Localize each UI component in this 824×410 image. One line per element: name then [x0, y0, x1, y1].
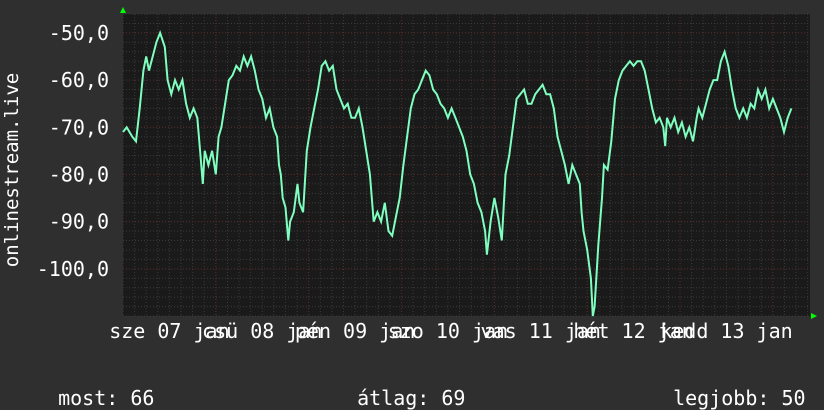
current-label: most:	[58, 386, 119, 410]
y-axis: -100,0 -90,0 -80,0 -70,0 -60,0 -50,0	[37, 21, 109, 281]
y-tick-label: -80,0	[49, 162, 109, 186]
best-label: legjobb:	[673, 386, 770, 410]
y-tick-label: -100,0	[37, 257, 109, 281]
average-label: átlag:	[357, 386, 430, 410]
current-value: 66	[130, 386, 155, 410]
x-axis-arrow	[811, 313, 817, 319]
y-tick-label: -50,0	[49, 21, 109, 45]
y-tick-label: -90,0	[49, 210, 109, 234]
average-value: 69	[441, 386, 466, 410]
line-chart: -100,0 -90,0 -80,0 -70,0 -60,0 -50,0 sze 07 j…	[1, 7, 817, 343]
y-tick-label: -60,0	[49, 68, 109, 92]
best-stat: legjobb: 50	[649, 362, 806, 410]
average-stat: átlag: 69	[333, 362, 465, 410]
y-axis-arrow	[120, 7, 126, 13]
current-stat: most: 66	[34, 362, 154, 410]
plot-area	[123, 14, 810, 316]
y-tick-label: -70,0	[49, 115, 109, 139]
y-axis-label: onlinestream.live	[1, 73, 23, 267]
x-tick-label: kedd 13 jan	[660, 319, 792, 343]
x-axis: sze 07 jancsü 08 janpén 09 janszo 10 jan…	[109, 319, 792, 343]
best-value: 50	[781, 386, 806, 410]
